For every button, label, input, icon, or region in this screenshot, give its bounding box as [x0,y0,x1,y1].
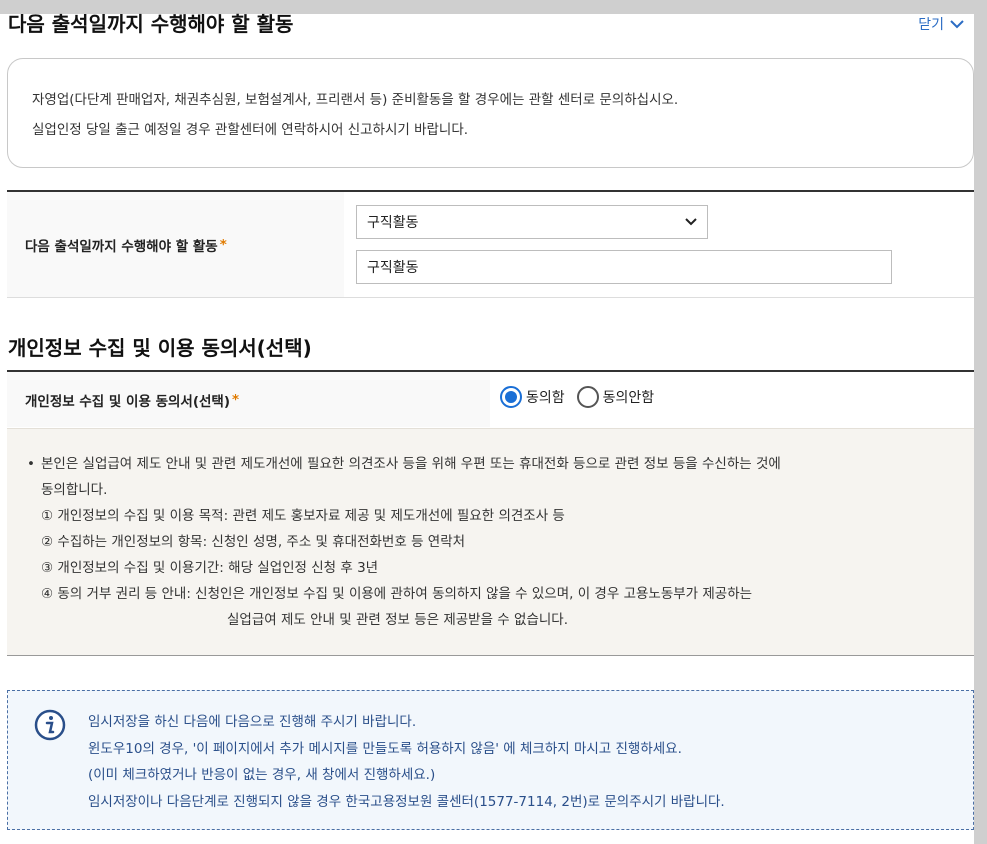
consent-terms-box: • 본인은 실업급여 제도 안내 및 관련 제도개선에 필요한 의견조사 등을 … [7,428,974,656]
required-mark: * [232,391,240,408]
consent-item: ① 개인정보의 수집 및 이용 목적: 관련 제도 홍보자료 제공 및 제도개선… [41,508,565,524]
section-title-activity: 다음 출석일까지 수행해야 할 활동 [8,12,294,36]
consent-row: 개인정보 수집 및 이용 동의서(선택) * [7,372,974,427]
radio-disagree-indicator[interactable] [576,386,599,408]
notice-box: 자영업(다단계 판매업자, 채권추심원, 보험설계사, 프리랜서 등) 준비활동… [7,58,974,168]
consent-item: ② 수집하는 개인정보의 항목: 신청인 성명, 주소 및 휴대전화번호 등 연… [41,534,466,550]
chevron-down-icon [685,218,697,226]
close-label: 닫기 [918,17,944,33]
close-button[interactable]: 닫기 [918,14,964,34]
activity-input[interactable]: 구직활동 [356,250,892,284]
activity-label: 다음 출석일까지 수행해야 할 활동 * [7,192,344,298]
info-line: 임시저장이나 다음단계로 진행되지 않을 경우 한국고용정보원 콜센터(1577… [88,793,725,810]
radio-disagree[interactable]: 동의안함 [576,386,655,408]
notice-line: 자영업(다단계 판매업자, 채권추심원, 보험설계사, 프리랜서 등) 준비활동… [32,92,679,108]
activity-select-value: 구직활동 [367,215,419,231]
section-title-consent: 개인정보 수집 및 이용 동의서(선택) [8,336,312,360]
activity-select[interactable]: 구직활동 [356,205,708,239]
info-icon [34,709,66,741]
consent-label: 개인정보 수집 및 이용 동의서(선택) * [7,372,490,427]
chevron-down-icon [950,20,964,29]
consent-item: ③ 개인정보의 수집 및 이용기간: 해당 실업인정 신청 후 3년 [41,560,379,576]
consent-text: 동의합니다. [41,482,108,498]
required-mark: * [219,237,227,253]
divider [7,297,974,298]
consent-text: 본인은 실업급여 제도 안내 및 관련 제도개선에 필요한 의견조사 등을 위해… [41,456,781,472]
activity-input-value: 구직활동 [367,260,419,276]
consent-radio-group: 동의함 동의안함 [500,386,666,408]
consent-bullet: • 본인은 실업급여 제도 안내 및 관련 제도개선에 필요한 의견조사 등을 … [27,451,954,477]
info-line: 윈도우10의 경우, '이 페이지에서 추가 메시지를 만들도록 허용하지 않음… [88,740,682,757]
info-line: 임시저장을 하신 다음에 다음으로 진행해 주시기 바랍니다. [88,714,417,730]
notice-line: 실업인정 당일 출근 예정일 경우 관할센터에 연락하시어 신고하시기 바랍니다… [32,122,469,138]
info-line: (이미 체크하였거나 반응이 없는 경우, 새 창에서 진행하세요.) [88,767,436,783]
radio-agree-label: 동의함 [526,390,565,406]
consent-item: ④ 동의 거부 권리 등 안내: 신청인은 개인정보 수집 및 이용에 관하여 … [41,586,753,602]
radio-agree[interactable]: 동의함 [500,386,565,408]
radio-agree-indicator[interactable] [500,386,522,408]
radio-disagree-label: 동의안함 [602,390,655,406]
consent-item: 실업급여 제도 안내 및 관련 정보 등은 제공받을 수 없습니다. [227,612,568,628]
bullet-dot: • [27,456,35,472]
info-box: 임시저장을 하신 다음에 다음으로 진행해 주시기 바랍니다. 윈도우10의 경… [7,690,974,830]
